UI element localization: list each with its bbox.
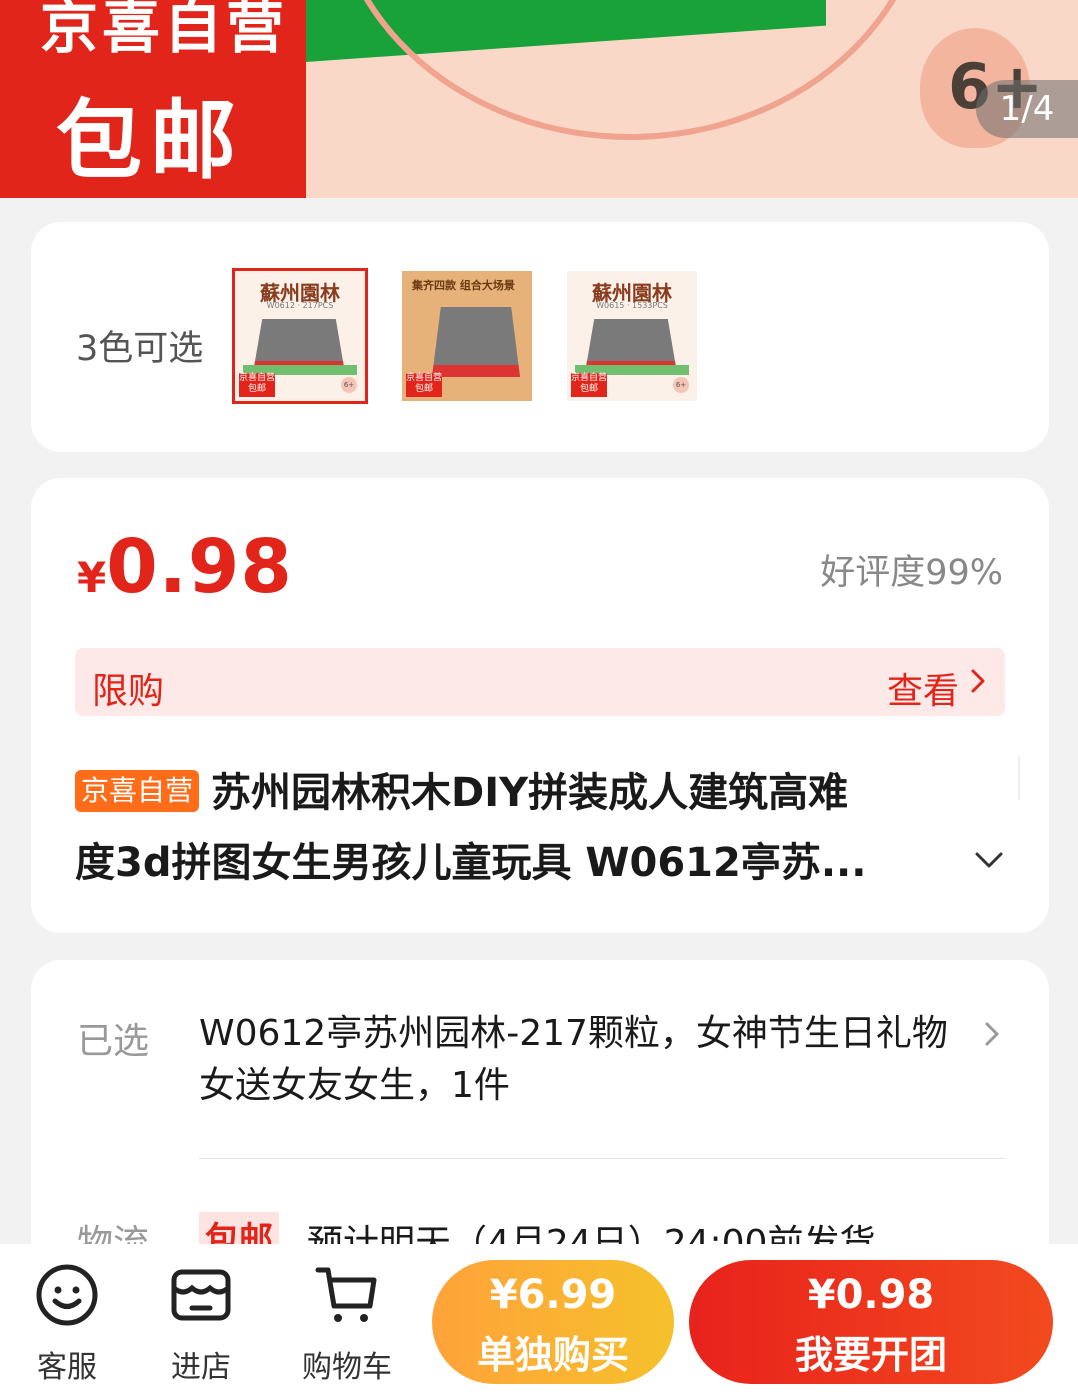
- product-title: 京喜自营 苏州园林积木DIY拼装成人建筑高难: [75, 758, 955, 828]
- badge-line-1: 京喜自营: [40, 0, 289, 61]
- variant-selector-card: 3色可选 蘇州園林 W0612 · 217PCS 京喜自营 包邮 6+ 集齐四款…: [31, 222, 1049, 452]
- self-operated-tag: 京喜自营: [75, 770, 200, 812]
- thumb-badge: 京喜自营 包邮: [406, 373, 442, 397]
- cart-button[interactable]: 购物车: [292, 1262, 402, 1386]
- group-price: ¥0.98: [807, 1272, 935, 1318]
- title-line-1: 苏州园林积木DIY拼装成人建筑高难: [211, 770, 849, 816]
- selected-key: 已选: [77, 1021, 150, 1062]
- purchase-limit-bar[interactable]: 限购 查看: [75, 648, 1005, 716]
- start-group-buy-button[interactable]: ¥0.98 我要开团: [689, 1260, 1053, 1384]
- limit-view-link[interactable]: 查看: [887, 662, 959, 714]
- divider: [1018, 756, 1020, 800]
- chevron-right-icon[interactable]: [977, 1016, 1007, 1052]
- store-button[interactable]: 进店: [146, 1262, 256, 1386]
- variant-thumb[interactable]: 蘇州園林 W0615 · 1533PCS 京喜自营 包邮 6+: [567, 271, 697, 401]
- chevron-right-icon: [971, 669, 985, 693]
- thumb-sub: W0615 · 1533PCS: [596, 301, 668, 310]
- variant-thumb[interactable]: 集齐四款 组合大场景 京喜自营 包邮: [402, 271, 532, 401]
- thumb-title: 集齐四款 组合大场景: [412, 279, 515, 292]
- banner-decoration: [330, 0, 930, 140]
- price: ¥0.98: [77, 524, 293, 610]
- building-image: [432, 307, 520, 377]
- self-operated-free-shipping-badge: 京喜自营 包邮: [0, 0, 306, 198]
- cart-label: 购物车: [302, 1350, 392, 1385]
- product-image-carousel[interactable]: 京喜自营 包邮 6+ 1/4: [0, 0, 1078, 198]
- title-line-2: 度3d拼图女生男孩儿童玩具 W0612亭苏...: [75, 840, 867, 886]
- customer-service-button[interactable]: 客服: [12, 1262, 122, 1386]
- rating-text: 好评度99%: [820, 553, 1003, 593]
- solo-label: 单独购买: [476, 1333, 629, 1377]
- cart-icon: [315, 1267, 377, 1322]
- variant-count-label: 3色可选: [76, 329, 204, 369]
- thumb-age: 6+: [673, 377, 689, 393]
- customer-service-icon: [36, 1264, 98, 1326]
- customer-service-label: 客服: [37, 1350, 97, 1385]
- bottom-action-bar: 客服 进店 购物车 ¥6.99 单独购买 ¥0.98 我要开团: [0, 1244, 1078, 1398]
- buy-alone-button[interactable]: ¥6.99 单独购买: [432, 1260, 674, 1384]
- image-counter: 1/4: [976, 80, 1078, 138]
- price-value: 0.98: [106, 524, 293, 610]
- divider: [199, 1158, 1005, 1159]
- chevron-down-icon[interactable]: [969, 840, 1009, 880]
- thumb-sub: W0612 · 217PCS: [266, 301, 334, 310]
- currency-symbol: ¥: [77, 553, 107, 602]
- thumb-badge: 京喜自营 包邮: [239, 373, 275, 397]
- limit-label: 限购: [92, 671, 165, 712]
- variant-thumb[interactable]: 蘇州園林 W0612 · 217PCS 京喜自营 包邮 6+: [232, 268, 368, 404]
- product-info-card: ¥0.98 好评度99% 限购 查看 京喜自营 苏州园林积木DIY拼装成人建筑高难…: [31, 478, 1049, 933]
- thumb-age: 6+: [341, 377, 357, 393]
- solo-price: ¥6.99: [489, 1272, 617, 1318]
- store-icon: [171, 1269, 231, 1321]
- selected-value[interactable]: W0612亭苏州园林-217颗粒，女神节生日礼物女送女友女生，1件: [199, 1008, 959, 1112]
- store-label: 进店: [171, 1350, 231, 1385]
- group-label: 我要开团: [794, 1333, 947, 1377]
- badge-line-2: 包邮: [56, 91, 244, 191]
- thumb-badge: 京喜自营 包邮: [571, 373, 607, 397]
